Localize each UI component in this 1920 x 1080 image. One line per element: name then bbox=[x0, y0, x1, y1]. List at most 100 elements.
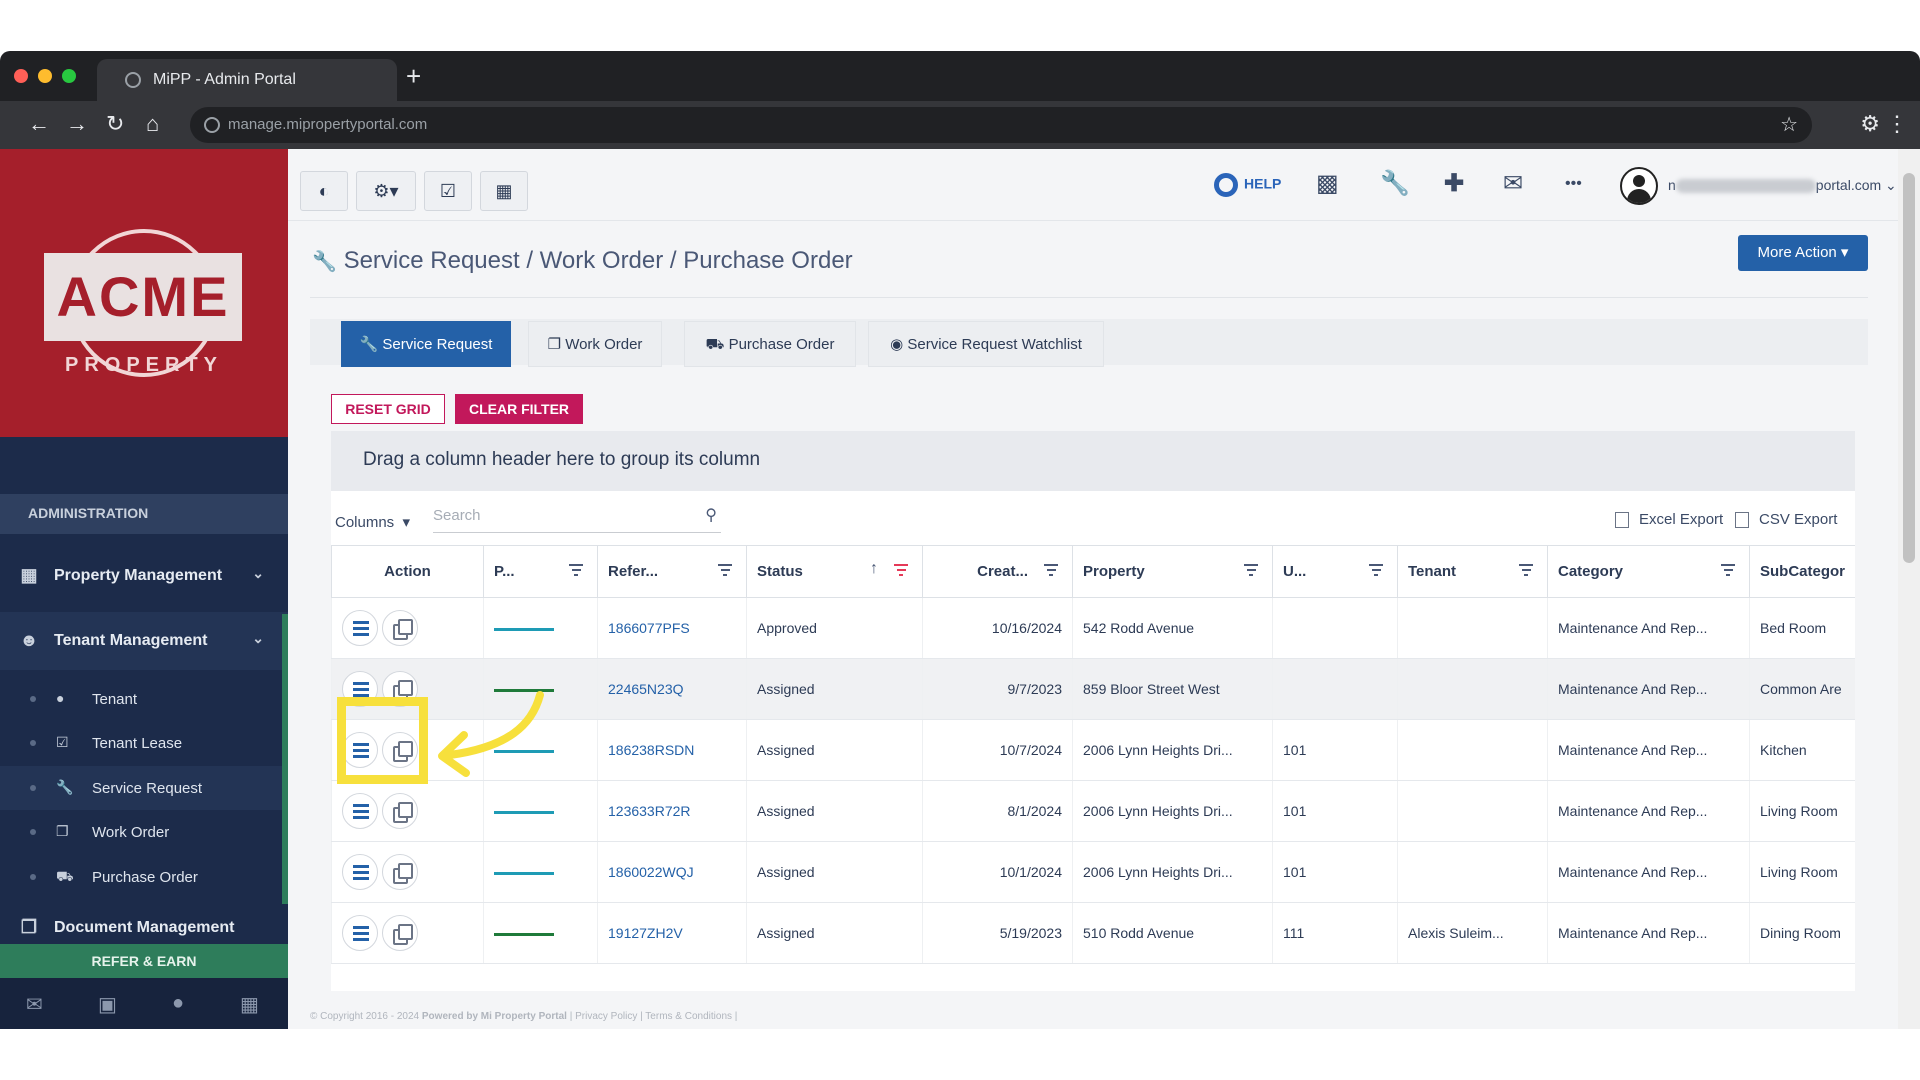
sidebar-item-purchase-order[interactable]: ⛟ Purchase Order bbox=[0, 855, 282, 899]
browser-menu-icon[interactable]: ⋮ bbox=[1886, 111, 1908, 137]
more-icon[interactable]: ••• bbox=[1565, 175, 1582, 193]
wrench-icon[interactable]: 🔧 bbox=[1380, 169, 1410, 198]
calculator-icon[interactable]: ▦ bbox=[240, 992, 259, 1017]
column-header-category[interactable]: Category bbox=[1547, 545, 1750, 598]
highlight-arrow-icon bbox=[438, 691, 544, 777]
extensions-icon[interactable]: ⚙ bbox=[1860, 111, 1880, 137]
sidebar-item-service-request[interactable]: 🔧 Service Request bbox=[0, 766, 282, 810]
table-row[interactable]: 186238RSDN Assigned 10/7/2024 2006 Lynn Hei… bbox=[331, 719, 1855, 781]
back-icon[interactable]: ← bbox=[28, 111, 50, 137]
cell-reference[interactable]: 22465N23Q bbox=[597, 658, 747, 720]
copy-request-icon[interactable] bbox=[382, 854, 418, 890]
bookmark-star-icon[interactable]: ☆ bbox=[1780, 112, 1798, 137]
csv-export-button[interactable]: CSV Export bbox=[1735, 511, 1837, 529]
table-row[interactable]: 1866077PFS Approved 10/16/2024 542 Rodd Ave… bbox=[331, 597, 1855, 659]
columns-dropdown[interactable]: Columns ▾ bbox=[335, 513, 410, 531]
scrollbar-thumb[interactable] bbox=[1903, 173, 1915, 563]
page-scrollbar[interactable] bbox=[1898, 149, 1920, 1029]
site-info-icon[interactable] bbox=[204, 117, 220, 133]
new-tab-button[interactable]: + bbox=[406, 63, 421, 89]
truck-icon: ⛟ bbox=[705, 336, 725, 353]
search-icon: ⚲ bbox=[705, 507, 717, 524]
column-header-tenant[interactable]: Tenant bbox=[1397, 545, 1548, 598]
copy-request-icon[interactable] bbox=[382, 610, 418, 646]
home-icon[interactable]: ⌂ bbox=[146, 111, 159, 137]
sidebar-item-tenant[interactable]: ● Tenant bbox=[0, 677, 282, 721]
filter-icon[interactable] bbox=[1721, 564, 1735, 576]
tab-purchase-order[interactable]: ⛟ Purchase Order bbox=[684, 321, 856, 367]
cell-reference[interactable]: 1866077PFS bbox=[597, 597, 747, 659]
reload-icon[interactable]: ↻ bbox=[106, 111, 124, 137]
footer-links[interactable]: | Privacy Policy | Terms & Conditions | bbox=[570, 1011, 738, 1022]
calculator-button[interactable]: ▦ bbox=[480, 171, 528, 211]
column-header-created[interactable]: Creat... bbox=[922, 545, 1073, 598]
help-button[interactable]: HELP bbox=[1214, 173, 1281, 197]
sidebar-group-property-management[interactable]: ▦ Property Management ⌄ bbox=[0, 547, 288, 605]
column-header-priority[interactable]: P... bbox=[483, 545, 598, 598]
maximize-window-button[interactable] bbox=[62, 69, 76, 83]
envelope-icon[interactable]: ✉ bbox=[1503, 169, 1523, 198]
filter-icon[interactable] bbox=[1519, 564, 1533, 576]
plus-icon[interactable]: ✚ bbox=[1444, 169, 1464, 198]
user-avatar[interactable] bbox=[1620, 167, 1658, 205]
user-email[interactable]: n portal.com ⌄ bbox=[1668, 177, 1897, 194]
tab-work-order[interactable]: ❐ Work Order bbox=[528, 321, 662, 367]
clear-filter-button[interactable]: CLEAR FILTER bbox=[455, 394, 583, 424]
table-row[interactable]: 22465N23Q Assigned 9/7/2023 859 Bloor Stree… bbox=[331, 658, 1855, 720]
column-header-action[interactable]: Action bbox=[331, 545, 484, 598]
browser-tab[interactable]: MiPP - Admin Portal bbox=[97, 59, 397, 101]
minimize-window-button[interactable] bbox=[38, 69, 52, 83]
dashboard-button[interactable]: ◐ bbox=[300, 171, 348, 211]
reset-grid-button[interactable]: RESET GRID bbox=[331, 394, 445, 424]
user-icon[interactable]: ● bbox=[172, 992, 184, 1015]
tab-service-request[interactable]: 🔧 Service Request bbox=[341, 321, 511, 367]
copy-request-icon[interactable] bbox=[382, 793, 418, 829]
cell-reference[interactable]: 123633R72R bbox=[597, 780, 747, 842]
sort-ascending-icon[interactable]: ↑ bbox=[870, 560, 878, 578]
filter-icon[interactable] bbox=[569, 564, 583, 576]
tab-service-request-watchlist[interactable]: ◉ Service Request Watchlist bbox=[868, 321, 1104, 367]
column-header-property[interactable]: Property bbox=[1072, 545, 1273, 598]
view-details-icon[interactable] bbox=[342, 915, 378, 951]
close-window-button[interactable] bbox=[14, 69, 28, 83]
cell-reference[interactable]: 1860022WQJ bbox=[597, 841, 747, 903]
view-details-icon[interactable] bbox=[342, 793, 378, 829]
excel-export-button[interactable]: Excel Export bbox=[1615, 511, 1723, 529]
sidebar-item-work-order[interactable]: ❐ Work Order bbox=[0, 810, 282, 854]
settings-dropdown-button[interactable]: ⚙▾ bbox=[356, 171, 416, 211]
refer-and-earn-button[interactable]: REFER & EARN bbox=[0, 944, 288, 978]
more-action-button[interactable]: More Action ▾ bbox=[1738, 235, 1868, 271]
table-row[interactable]: 123633R72R Assigned 8/1/2024 2006 Lynn Heig… bbox=[331, 780, 1855, 842]
address-bar[interactable]: manage.mipropertyportal.com ☆ bbox=[190, 107, 1812, 143]
filter-icon[interactable] bbox=[1044, 564, 1058, 576]
column-header-status[interactable]: Status ↑ bbox=[746, 545, 923, 598]
filter-active-icon[interactable] bbox=[894, 564, 908, 576]
cell-created: 8/1/2024 bbox=[922, 780, 1073, 842]
cell-reference[interactable]: 186238RSDN bbox=[597, 719, 747, 781]
view-details-icon[interactable] bbox=[342, 854, 378, 890]
column-header-reference[interactable]: Refer... bbox=[597, 545, 747, 598]
view-details-icon[interactable] bbox=[342, 610, 378, 646]
priority-bar bbox=[494, 810, 554, 814]
mail-icon[interactable]: ✉ bbox=[26, 992, 43, 1017]
group-panel[interactable]: Drag a column header here to group its c… bbox=[331, 431, 1855, 491]
table-row[interactable]: 19127ZH2V Assigned 5/19/2023 510 Rodd Avenu… bbox=[331, 902, 1855, 964]
search-input[interactable]: Search ⚲ bbox=[433, 499, 721, 533]
copy-request-icon[interactable] bbox=[382, 915, 418, 951]
cell-reference[interactable]: 19127ZH2V bbox=[597, 902, 747, 964]
sidebar-item-tenant-lease[interactable]: ☑ Tenant Lease bbox=[0, 721, 282, 765]
column-header-subcategory[interactable]: SubCategor bbox=[1749, 545, 1855, 598]
footer-powered-link[interactable]: Powered by Mi Property Portal bbox=[422, 1011, 567, 1022]
logo-area[interactable]: ACME PROPERTY bbox=[0, 149, 288, 437]
filter-icon[interactable] bbox=[718, 564, 732, 576]
sidebar-group-tenant-management[interactable]: ☻ Tenant Management ⌄ bbox=[0, 612, 288, 670]
calendar-button[interactable]: ☑ bbox=[424, 171, 472, 211]
bar-chart-icon[interactable]: ▩ bbox=[1316, 169, 1339, 198]
briefcase-icon[interactable]: ▣ bbox=[98, 992, 117, 1017]
table-row[interactable]: 1860022WQJ Assigned 10/1/2024 2006 Lynn Hei… bbox=[331, 841, 1855, 903]
filter-icon[interactable] bbox=[1244, 564, 1258, 576]
forward-icon[interactable]: → bbox=[66, 111, 88, 137]
cell-unit bbox=[1272, 597, 1398, 659]
filter-icon[interactable] bbox=[1369, 564, 1383, 576]
column-header-unit[interactable]: U... bbox=[1272, 545, 1398, 598]
